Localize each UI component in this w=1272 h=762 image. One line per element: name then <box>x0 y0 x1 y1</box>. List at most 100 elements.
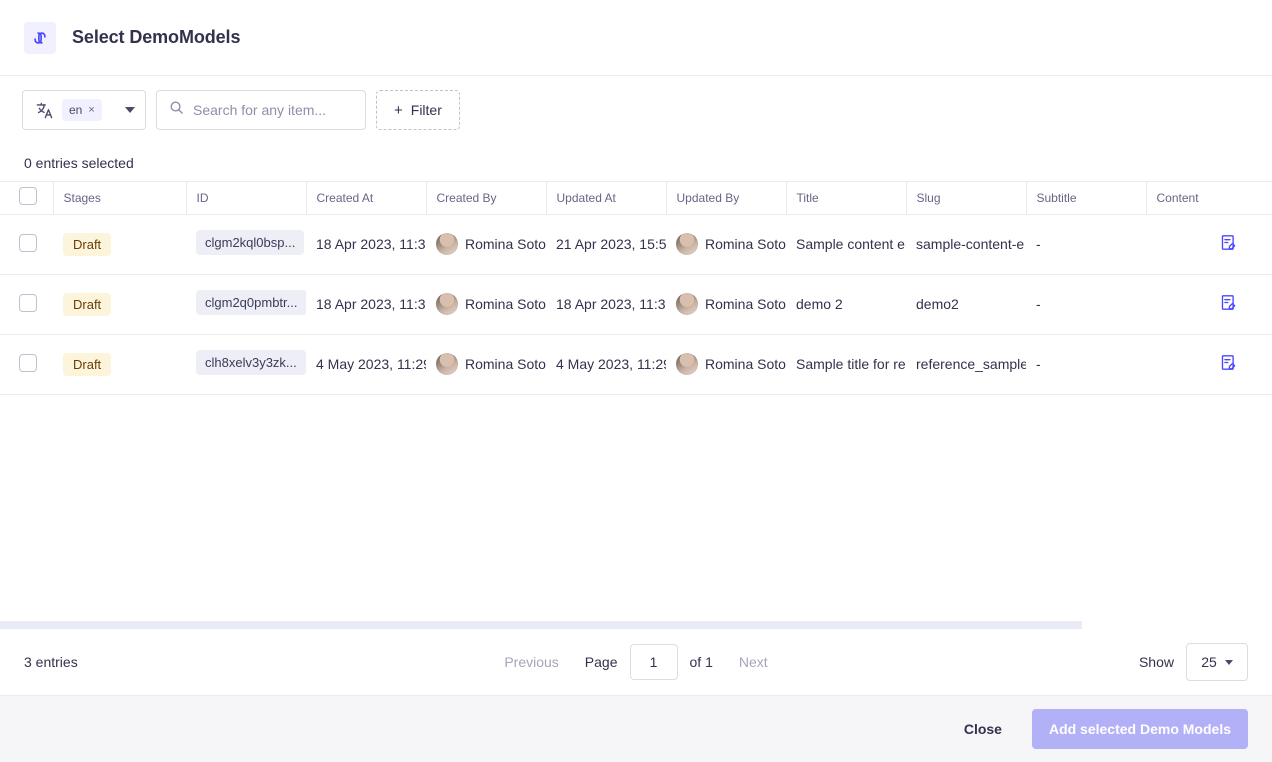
document-edit-icon[interactable] <box>1220 358 1237 374</box>
page-size-select[interactable]: 25 <box>1186 643 1248 681</box>
table-row[interactable]: Draft clgm2q0pmbtr... 18 Apr 2023, 11:39… <box>0 274 1272 334</box>
id-chip: clh8xelv3y3zk... <box>196 350 306 375</box>
horizontal-scrollbar[interactable] <box>0 619 1272 629</box>
toolbar: en × + Filter <box>0 76 1272 144</box>
id-chip: clgm2q0pmbtr... <box>196 290 306 315</box>
row-checkbox[interactable] <box>19 354 37 372</box>
add-filter-button[interactable]: + Filter <box>376 90 460 130</box>
cell-updated-at: 18 Apr 2023, 11:39 <box>546 274 666 334</box>
status-badge: Draft <box>63 233 111 256</box>
column-header-id[interactable]: ID <box>186 182 306 214</box>
page-number-input[interactable] <box>630 644 678 680</box>
horizontal-scrollbar-thumb[interactable] <box>0 621 1082 629</box>
updated-by-name: Romina Soto <box>705 236 786 252</box>
table-row[interactable]: Draft clgm2kql0bsp... 18 Apr 2023, 11:35… <box>0 214 1272 274</box>
table-head: Stages ID Created At Created By Updated … <box>0 182 1272 214</box>
document-edit-icon[interactable] <box>1220 238 1237 254</box>
cell-slug: reference_sample <box>906 334 1026 394</box>
page-size-group: Show 25 <box>1139 643 1248 681</box>
cell-id: clgm2kql0bsp... <box>186 214 306 274</box>
document-edit-icon[interactable] <box>1220 298 1237 314</box>
next-page-button[interactable]: Next <box>739 654 768 670</box>
add-selected-demo-models-button[interactable]: Add selected Demo Models <box>1032 709 1248 749</box>
cell-created-by: Romina Soto <box>426 274 546 334</box>
avatar <box>436 293 458 315</box>
cell-stage: Draft <box>53 334 186 394</box>
cell-id: clh8xelv3y3zk... <box>186 334 306 394</box>
cell-created-at: 18 Apr 2023, 11:35 <box>306 214 426 274</box>
cell-created-at: 18 Apr 2023, 11:39 <box>306 274 426 334</box>
locale-chip-label: en <box>69 103 82 117</box>
row-checkbox[interactable] <box>19 234 37 252</box>
locale-chip[interactable]: en × <box>62 99 102 121</box>
modal-footer: Close Add selected Demo Models <box>0 695 1272 762</box>
close-button[interactable]: Close <box>948 711 1018 747</box>
updated-by-name: Romina Soto <box>705 296 786 312</box>
chevron-down-icon[interactable] <box>125 107 135 113</box>
column-header-subtitle[interactable]: Subtitle <box>1026 182 1146 214</box>
cell-created-by: Romina Soto <box>426 214 546 274</box>
selection-status-text: 0 entries selected <box>24 155 134 171</box>
cell-updated-by: Romina Soto <box>666 334 786 394</box>
status-badge: Draft <box>63 293 111 316</box>
page-group: Page of 1 <box>585 644 713 680</box>
filter-button-label: Filter <box>411 102 442 118</box>
table-body: Draft clgm2kql0bsp... 18 Apr 2023, 11:35… <box>0 214 1272 394</box>
cell-updated-at: 21 Apr 2023, 15:57 <box>546 214 666 274</box>
search-input[interactable] <box>193 102 353 118</box>
cell-created-at: 4 May 2023, 11:29 <box>306 334 426 394</box>
status-badge: Draft <box>63 353 111 376</box>
row-select-cell <box>0 214 53 274</box>
column-header-content[interactable]: Content <box>1146 182 1272 214</box>
created-by-name: Romina Soto <box>465 356 546 372</box>
page-size-value: 25 <box>1201 654 1217 670</box>
cell-subtitle: - <box>1026 334 1146 394</box>
previous-page-button[interactable]: Previous <box>504 654 558 670</box>
avatar <box>436 353 458 375</box>
entries-count: 3 entries <box>24 654 78 670</box>
column-header-created-by[interactable]: Created By <box>426 182 546 214</box>
select-all-checkbox[interactable] <box>19 187 37 205</box>
cell-subtitle: - <box>1026 274 1146 334</box>
page-total-label: of 1 <box>690 654 713 670</box>
show-label: Show <box>1139 654 1174 670</box>
row-select-cell <box>0 274 53 334</box>
selection-status-bar: 0 entries selected <box>0 144 1272 182</box>
column-header-select-all <box>0 182 53 214</box>
cell-subtitle: - <box>1026 214 1146 274</box>
cell-stage: Draft <box>53 274 186 334</box>
table-scroll-container: Stages ID Created At Created By Updated … <box>0 182 1272 619</box>
cell-content <box>1146 334 1272 394</box>
cell-title: demo 2 <box>786 274 906 334</box>
pagination-bar: 3 entries Previous Page of 1 Next Show 2… <box>0 629 1272 695</box>
row-select-cell <box>0 334 53 394</box>
table-header-row: Stages ID Created At Created By Updated … <box>0 182 1272 214</box>
cell-stage: Draft <box>53 214 186 274</box>
cell-updated-by: Romina Soto <box>666 214 786 274</box>
chevron-down-icon <box>1225 660 1233 665</box>
locale-chip-remove-icon[interactable]: × <box>88 105 94 116</box>
column-header-title[interactable]: Title <box>786 182 906 214</box>
page-label: Page <box>585 654 618 670</box>
row-checkbox[interactable] <box>19 294 37 312</box>
column-header-stages[interactable]: Stages <box>53 182 186 214</box>
avatar <box>436 233 458 255</box>
search-box[interactable] <box>156 90 366 130</box>
cell-content <box>1146 214 1272 274</box>
column-header-created-at[interactable]: Created At <box>306 182 426 214</box>
cell-updated-by: Romina Soto <box>666 274 786 334</box>
select-demomodels-modal: Select DemoModels en × <box>0 0 1272 762</box>
page-title: Select DemoModels <box>72 27 240 48</box>
search-icon <box>169 100 184 120</box>
cell-updated-at: 4 May 2023, 11:29 <box>546 334 666 394</box>
cell-id: clgm2q0pmbtr... <box>186 274 306 334</box>
column-header-updated-at[interactable]: Updated At <box>546 182 666 214</box>
table-row[interactable]: Draft clh8xelv3y3zk... 4 May 2023, 11:29… <box>0 334 1272 394</box>
column-header-slug[interactable]: Slug <box>906 182 1026 214</box>
cell-title: Sample title for ref <box>786 334 906 394</box>
avatar <box>676 353 698 375</box>
avatar <box>676 293 698 315</box>
id-chip: clgm2kql0bsp... <box>196 230 304 255</box>
locale-select[interactable]: en × <box>22 90 146 130</box>
column-header-updated-by[interactable]: Updated By <box>666 182 786 214</box>
